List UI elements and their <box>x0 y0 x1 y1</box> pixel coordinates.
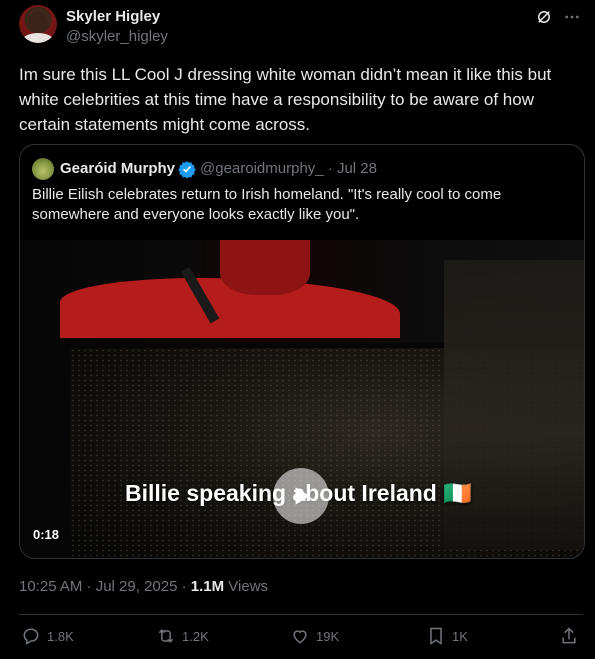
repost-button[interactable]: 1.2K <box>156 626 209 646</box>
share-icon <box>562 627 576 644</box>
quoted-tweet[interactable]: Gearóid Murphy @gearoidmurphy_ · Jul 28 … <box>19 144 585 559</box>
views-count: 1.1M <box>190 578 225 595</box>
quoted-author-name: Gearóid Murphy <box>60 160 176 177</box>
more-icon[interactable] <box>563 8 581 26</box>
heart-icon <box>293 630 307 644</box>
bookmark-count: 1K <box>452 628 468 644</box>
tweet-text: Im sure this LL Cool J dressing white wo… <box>19 65 552 134</box>
repost-icon <box>158 629 174 643</box>
avatar-shirt <box>22 33 54 43</box>
divider <box>19 614 583 615</box>
tweet-meta: 10:25 AM · Jul 29, 2025 · 1.1M Views <box>19 578 268 595</box>
reply-icon <box>23 628 39 645</box>
author-name[interactable]: Skyler Higley <box>66 8 160 25</box>
action-bar: 1.8K 1.2K 19K 1K <box>19 624 583 648</box>
video-player[interactable]: Billie speaking about Ireland 🇮🇪 0:18 <box>20 240 584 558</box>
author-handle[interactable]: @skyler_higley <box>66 28 168 45</box>
play-icon <box>295 487 310 505</box>
reply-button[interactable]: 1.8K <box>21 626 74 646</box>
views-label: Views <box>224 578 269 595</box>
bookmark-button[interactable]: 1K <box>426 626 468 646</box>
bookmark-icon <box>430 627 442 645</box>
quoted-text: Billie Eilish celebrates return to Irish… <box>32 186 502 223</box>
red-shape-upper <box>220 240 310 295</box>
verified-badge-icon <box>178 160 196 183</box>
quoted-avatar <box>32 158 54 180</box>
reply-count: 1.8K <box>47 628 74 644</box>
quoted-handle-date: @gearoidmurphy_ · Jul 28 <box>200 160 377 177</box>
share-button[interactable] <box>559 626 579 646</box>
like-button[interactable]: 19K <box>290 626 339 646</box>
repost-count: 1.2K <box>182 628 209 644</box>
video-duration: 0:18 <box>33 527 60 542</box>
like-count: 19K <box>316 628 340 644</box>
top-icons <box>535 8 581 26</box>
play-button[interactable] <box>273 468 329 524</box>
timestamp[interactable]: 10:25 AM · Jul 29, 2025 · <box>19 578 191 595</box>
grok-icon[interactable] <box>535 8 553 26</box>
avatar[interactable] <box>19 5 57 43</box>
avatar-face <box>28 11 48 33</box>
